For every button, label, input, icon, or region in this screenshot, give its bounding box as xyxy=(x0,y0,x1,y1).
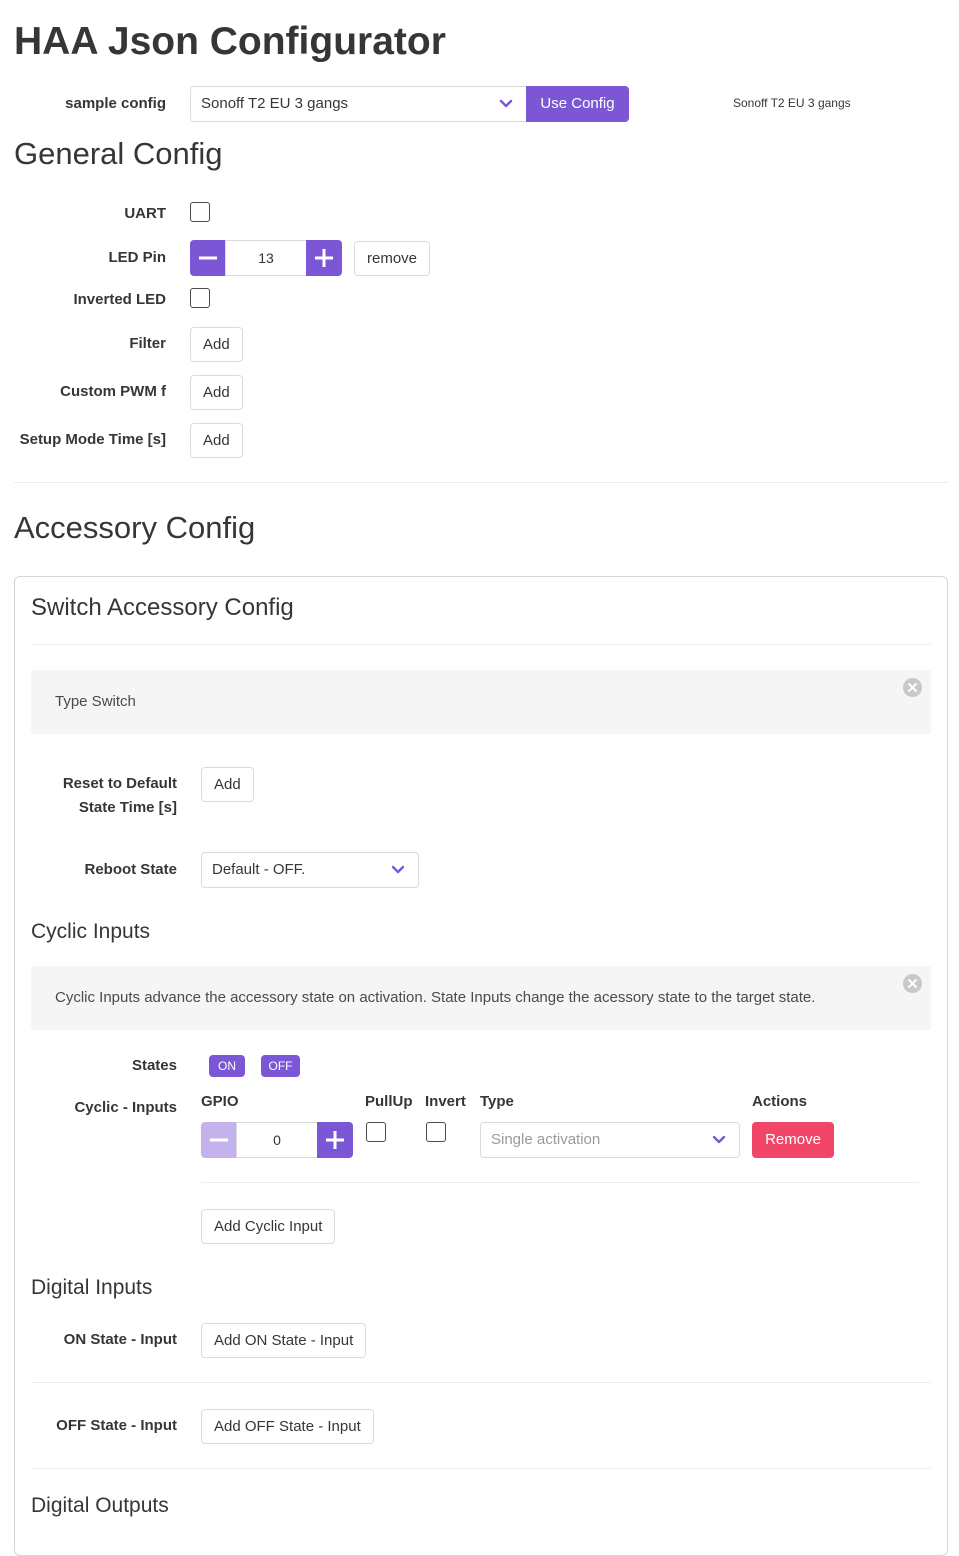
on-state-input-label: ON State - Input xyxy=(63,1331,177,1348)
plus-icon xyxy=(326,1131,344,1149)
reboot-state-select[interactable]: Default - OFF. xyxy=(201,852,419,888)
uart-checkbox[interactable] xyxy=(190,202,210,222)
use-config-button[interactable]: Use Config xyxy=(526,86,629,122)
digital-outputs-heading: Digital Outputs xyxy=(31,1494,169,1517)
actions-column-header: Actions xyxy=(752,1093,808,1110)
led-pin-input[interactable]: 13 xyxy=(225,240,307,276)
close-icon[interactable] xyxy=(903,678,922,697)
led-pin-remove-button[interactable]: remove xyxy=(354,241,431,276)
chevron-down-icon xyxy=(499,99,513,108)
state-tag-off: OFF xyxy=(261,1055,300,1077)
reset-label-line2: State Time [s] xyxy=(78,799,177,816)
input-type-selected: Single activation xyxy=(491,1131,601,1148)
card-title: Switch Accessory Config xyxy=(31,594,294,621)
card-divider xyxy=(31,644,931,645)
invert-column-header: Invert xyxy=(425,1093,466,1110)
inverted-led-checkbox[interactable] xyxy=(190,288,210,308)
plus-icon xyxy=(315,249,333,267)
accessory-config-heading: Accessory Config xyxy=(14,510,256,545)
gpio-increment-button[interactable] xyxy=(317,1122,353,1158)
chevron-down-icon xyxy=(712,1135,726,1144)
led-pin-decrement-button[interactable] xyxy=(190,240,226,276)
outputs-divider xyxy=(31,1468,931,1469)
cyclic-inputs-label: Cyclic - Inputs xyxy=(74,1099,177,1116)
reboot-state-selected: Default - OFF. xyxy=(212,861,306,878)
led-pin-label: LED Pin xyxy=(108,249,166,266)
close-icon[interactable] xyxy=(903,974,922,993)
filter-label: Filter xyxy=(129,335,166,352)
general-config-heading: General Config xyxy=(14,136,223,171)
led-pin-increment-button[interactable] xyxy=(306,240,342,276)
chevron-down-icon xyxy=(391,865,405,874)
inputs-divider xyxy=(31,1382,931,1383)
state-tag-on: ON xyxy=(209,1055,245,1077)
pullup-column-header: PullUp xyxy=(365,1093,413,1110)
reboot-state-label: Reboot State xyxy=(84,861,177,878)
inverted-led-label: Inverted LED xyxy=(73,291,166,308)
add-on-state-input-button[interactable]: Add ON State - Input xyxy=(201,1323,367,1358)
filter-add-button[interactable]: Add xyxy=(190,327,243,362)
add-off-state-input-button[interactable]: Add OFF State - Input xyxy=(201,1409,374,1444)
sample-config-label: sample config xyxy=(65,95,166,112)
reset-add-button[interactable]: Add xyxy=(201,767,254,802)
cyclic-inputs-heading: Cyclic Inputs xyxy=(31,920,151,943)
gpio-input[interactable]: 0 xyxy=(236,1122,318,1158)
page-title: HAA Json Configurator xyxy=(14,20,446,63)
custom-pwm-label: Custom PWM f xyxy=(60,383,166,400)
off-state-input-label: OFF State - Input xyxy=(56,1417,177,1434)
reset-label-line1: Reset to Default xyxy=(62,775,177,792)
gpio-column-header: GPIO xyxy=(201,1093,239,1110)
setup-mode-add-button[interactable]: Add xyxy=(190,423,243,458)
sample-config-select[interactable]: Sonoff T2 EU 3 gangs xyxy=(190,86,527,122)
gpio-decrement-button[interactable] xyxy=(201,1122,237,1158)
type-column-header: Type xyxy=(480,1093,514,1110)
add-cyclic-input-button[interactable]: Add Cyclic Input xyxy=(201,1209,336,1244)
invert-checkbox[interactable] xyxy=(426,1122,446,1142)
pullup-checkbox[interactable] xyxy=(366,1122,386,1142)
custom-pwm-add-button[interactable]: Add xyxy=(190,375,243,410)
type-notice: Type Switch xyxy=(31,670,931,734)
row-divider xyxy=(201,1182,919,1183)
current-config-name: Sonoff T2 EU 3 gangs xyxy=(733,96,851,110)
sample-config-selected: Sonoff T2 EU 3 gangs xyxy=(201,95,349,112)
setup-mode-label: Setup Mode Time [s] xyxy=(19,431,166,448)
states-label: States xyxy=(131,1057,177,1074)
uart-label: UART xyxy=(124,205,166,222)
minus-icon xyxy=(210,1138,228,1142)
remove-cyclic-input-button[interactable]: Remove xyxy=(752,1122,834,1158)
minus-icon xyxy=(199,256,217,260)
input-type-select[interactable]: Single activation xyxy=(480,1122,740,1158)
section-divider xyxy=(14,482,948,483)
cyclic-notice: Cyclic Inputs advance the accessory stat… xyxy=(31,966,931,1030)
digital-inputs-heading: Digital Inputs xyxy=(31,1276,153,1299)
